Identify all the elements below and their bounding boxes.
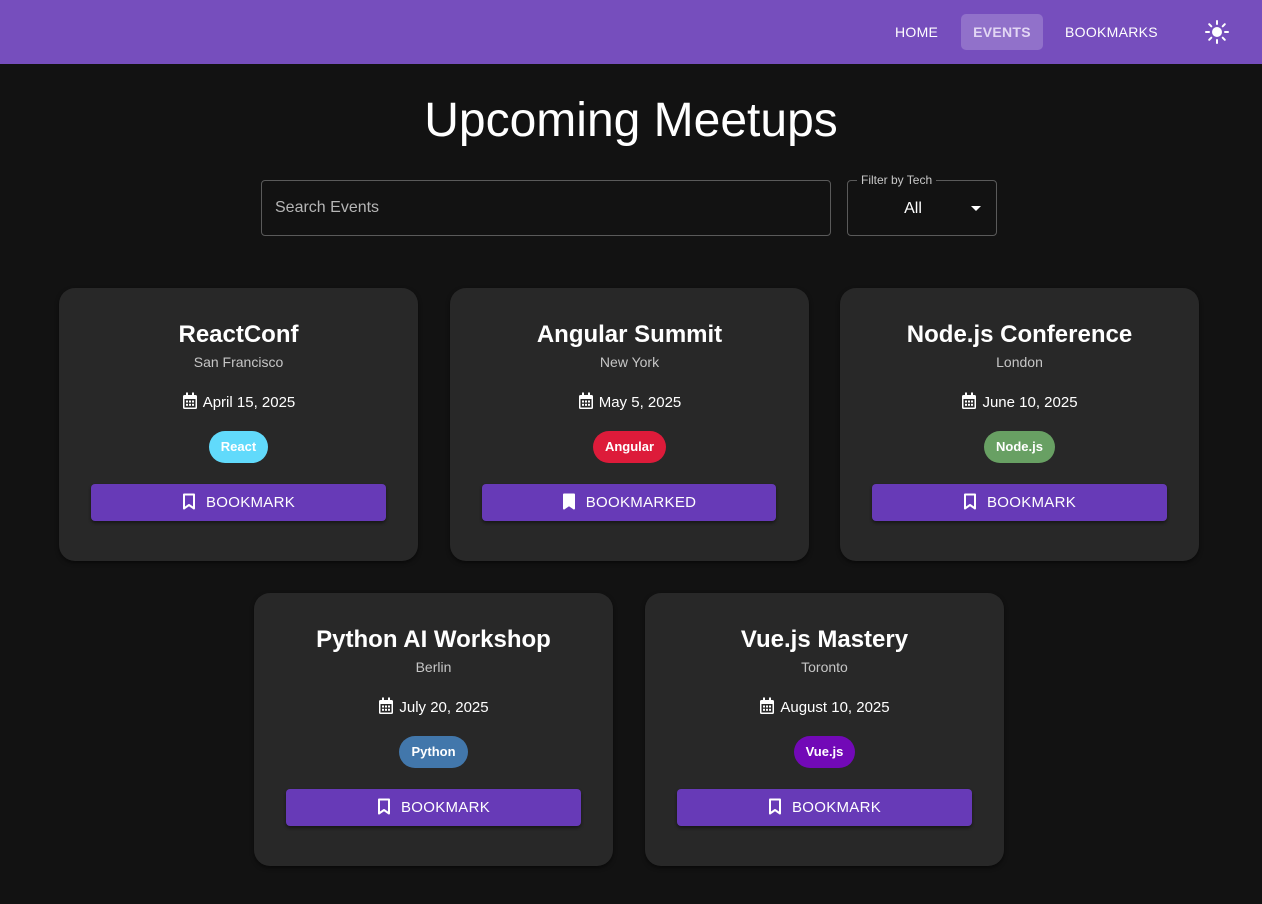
tech-tag[interactable]: Vue.js — [793, 736, 856, 768]
event-title: Angular Summit — [536, 321, 723, 348]
calendar-icon — [962, 392, 977, 409]
bookmark-button-label: BOOKMARK — [205, 494, 296, 511]
bookmark-filled-icon — [562, 493, 575, 510]
bookmark-button-label: BOOKMARKED — [585, 494, 697, 511]
event-date: May 5, 2025 — [450, 392, 809, 413]
dropdown-arrow-icon — [971, 206, 981, 211]
event-card: Python AI Workshop Berlin July 20, 2025 … — [254, 593, 613, 866]
event-date-text: August 10, 2025 — [780, 699, 890, 716]
bookmark-button[interactable]: BOOKMARK — [872, 484, 1167, 521]
event-title: Vue.js Mastery — [740, 626, 909, 653]
filter-label: Filter by Tech — [857, 173, 937, 187]
bookmark-button[interactable]: BOOKMARK — [677, 789, 972, 826]
event-title: Node.js Conference — [906, 321, 1133, 348]
event-date-text: May 5, 2025 — [598, 394, 682, 411]
event-date: June 10, 2025 — [840, 392, 1199, 413]
tech-filter-select[interactable]: Filter by Tech All — [847, 173, 997, 236]
nav-home-link[interactable]: HOME — [883, 14, 950, 50]
event-date: July 20, 2025 — [254, 697, 613, 718]
event-city: San Francisco — [193, 354, 284, 370]
event-date: April 15, 2025 — [59, 392, 418, 413]
event-city: Berlin — [415, 659, 452, 675]
event-date-text: April 15, 2025 — [202, 394, 296, 411]
tech-tag[interactable]: React — [208, 431, 269, 463]
event-card: Node.js Conference London June 10, 2025 … — [840, 288, 1199, 561]
bookmark-outline-icon — [768, 798, 781, 815]
theme-toggle-button[interactable] — [1201, 16, 1233, 48]
nav-events-link[interactable]: EVENTS — [961, 14, 1043, 50]
tech-tag[interactable]: Node.js — [984, 431, 1055, 463]
sun-icon — [1205, 20, 1229, 44]
event-city: Toronto — [801, 659, 848, 675]
event-card: ReactConf San Francisco April 15, 2025 R… — [59, 288, 418, 561]
filter-selected-value: All — [904, 200, 922, 217]
search-field[interactable] — [261, 180, 831, 236]
search-input[interactable] — [262, 181, 830, 235]
event-card: Vue.js Mastery Toronto August 10, 2025 V… — [645, 593, 1004, 866]
bookmark-button[interactable]: BOOKMARK — [91, 484, 386, 521]
event-title: ReactConf — [178, 321, 299, 348]
calendar-icon — [760, 697, 775, 714]
event-date: August 10, 2025 — [645, 697, 1004, 718]
bookmark-button-label: BOOKMARK — [986, 494, 1077, 511]
event-date-text: July 20, 2025 — [399, 699, 489, 716]
bookmark-outline-icon — [963, 493, 976, 510]
calendar-icon — [379, 697, 394, 714]
calendar-icon — [182, 392, 197, 409]
bookmark-button[interactable]: BOOKMARK — [286, 789, 581, 826]
page-title: Upcoming Meetups — [424, 94, 838, 147]
event-city: London — [996, 354, 1043, 370]
bookmark-button-label: BOOKMARK — [400, 799, 491, 816]
tech-tag[interactable]: Angular — [592, 431, 667, 463]
event-city: New York — [599, 354, 660, 370]
calendar-icon — [578, 392, 593, 409]
event-title: Python AI Workshop — [316, 626, 551, 653]
nav-bookmarks-link[interactable]: BOOKMARKS — [1053, 14, 1170, 50]
bookmarked-button[interactable]: BOOKMARKED — [482, 484, 776, 521]
event-card: Angular Summit New York May 5, 2025 Angu… — [450, 288, 809, 561]
bookmark-outline-icon — [377, 798, 390, 815]
event-date-text: June 10, 2025 — [982, 394, 1078, 411]
top-app-bar: HOME EVENTS BOOKMARKS — [0, 0, 1262, 64]
tech-tag[interactable]: Python — [399, 736, 468, 768]
bookmark-button-label: BOOKMARK — [791, 799, 882, 816]
bookmark-outline-icon — [182, 493, 195, 510]
